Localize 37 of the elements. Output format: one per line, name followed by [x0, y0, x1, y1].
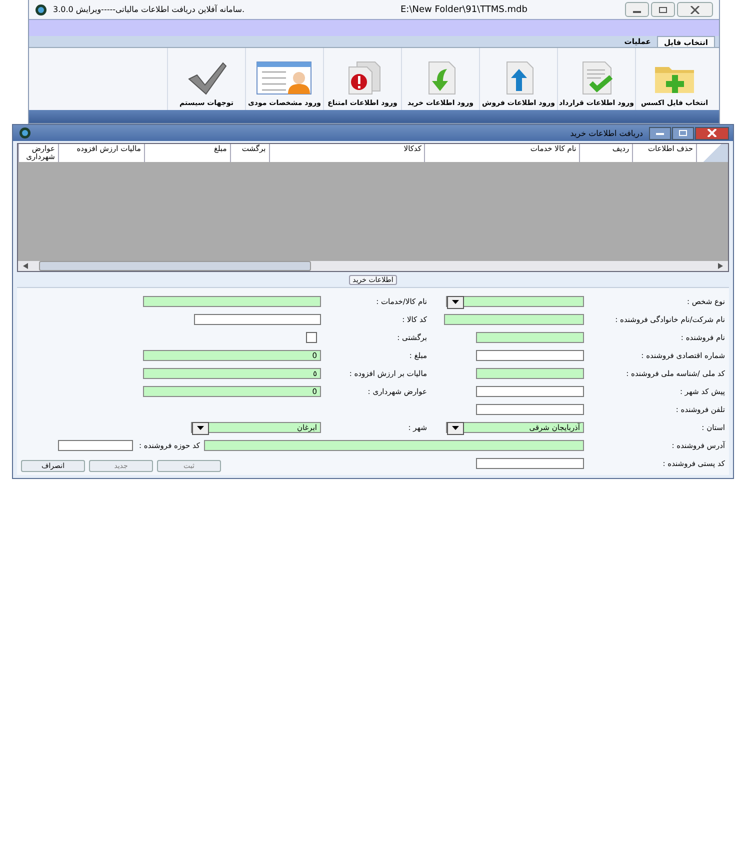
maximize-icon	[658, 6, 668, 14]
dropdown-arrow-icon	[197, 426, 204, 430]
dropdown-arrow-icon	[452, 426, 459, 430]
app-icon	[19, 127, 31, 139]
app-icon	[35, 4, 47, 16]
minimize-icon	[655, 130, 665, 136]
input-field[interactable]	[476, 368, 584, 378]
dialog-title: دریافت اطلاعات خرید	[570, 128, 643, 138]
right-arrow-icon[interactable]	[717, 262, 725, 270]
window-title: .سامانه آفلاین دریافت اطلاعات مالیاتی-----ویرایش 3.0.0	[53, 5, 244, 14]
input-field[interactable]	[143, 296, 321, 306]
input-field[interactable]	[476, 332, 584, 342]
input-field[interactable]	[476, 350, 584, 360]
minimize-button[interactable]	[649, 126, 671, 140]
close-icon	[707, 129, 717, 137]
file-path: E:\New Folder\91\TTMS.mdb	[400, 4, 528, 14]
maximize-icon	[678, 130, 688, 136]
checkbox[interactable]	[306, 332, 317, 342]
input-field[interactable]	[476, 386, 584, 396]
input-field[interactable]	[204, 440, 584, 450]
close-icon	[690, 6, 700, 14]
input-field[interactable]	[58, 440, 133, 450]
input-field[interactable]	[194, 314, 321, 324]
input-field[interactable]	[476, 458, 584, 468]
input-field[interactable]	[476, 404, 584, 414]
maximize-button[interactable]	[651, 2, 675, 17]
dropdown[interactable]	[446, 296, 584, 306]
maximize-button[interactable]	[672, 126, 694, 140]
close-button[interactable]	[695, 126, 729, 140]
select-all-corner[interactable]	[696, 144, 728, 162]
minimize-button[interactable]	[625, 2, 649, 17]
horizontal-scrollbar[interactable]	[18, 261, 728, 271]
input-field[interactable]	[444, 314, 584, 324]
user-list-icon	[256, 61, 314, 95]
close-button[interactable]	[677, 2, 713, 17]
left-arrow-icon[interactable]	[21, 262, 29, 270]
dropdown-arrow-icon	[452, 300, 459, 304]
